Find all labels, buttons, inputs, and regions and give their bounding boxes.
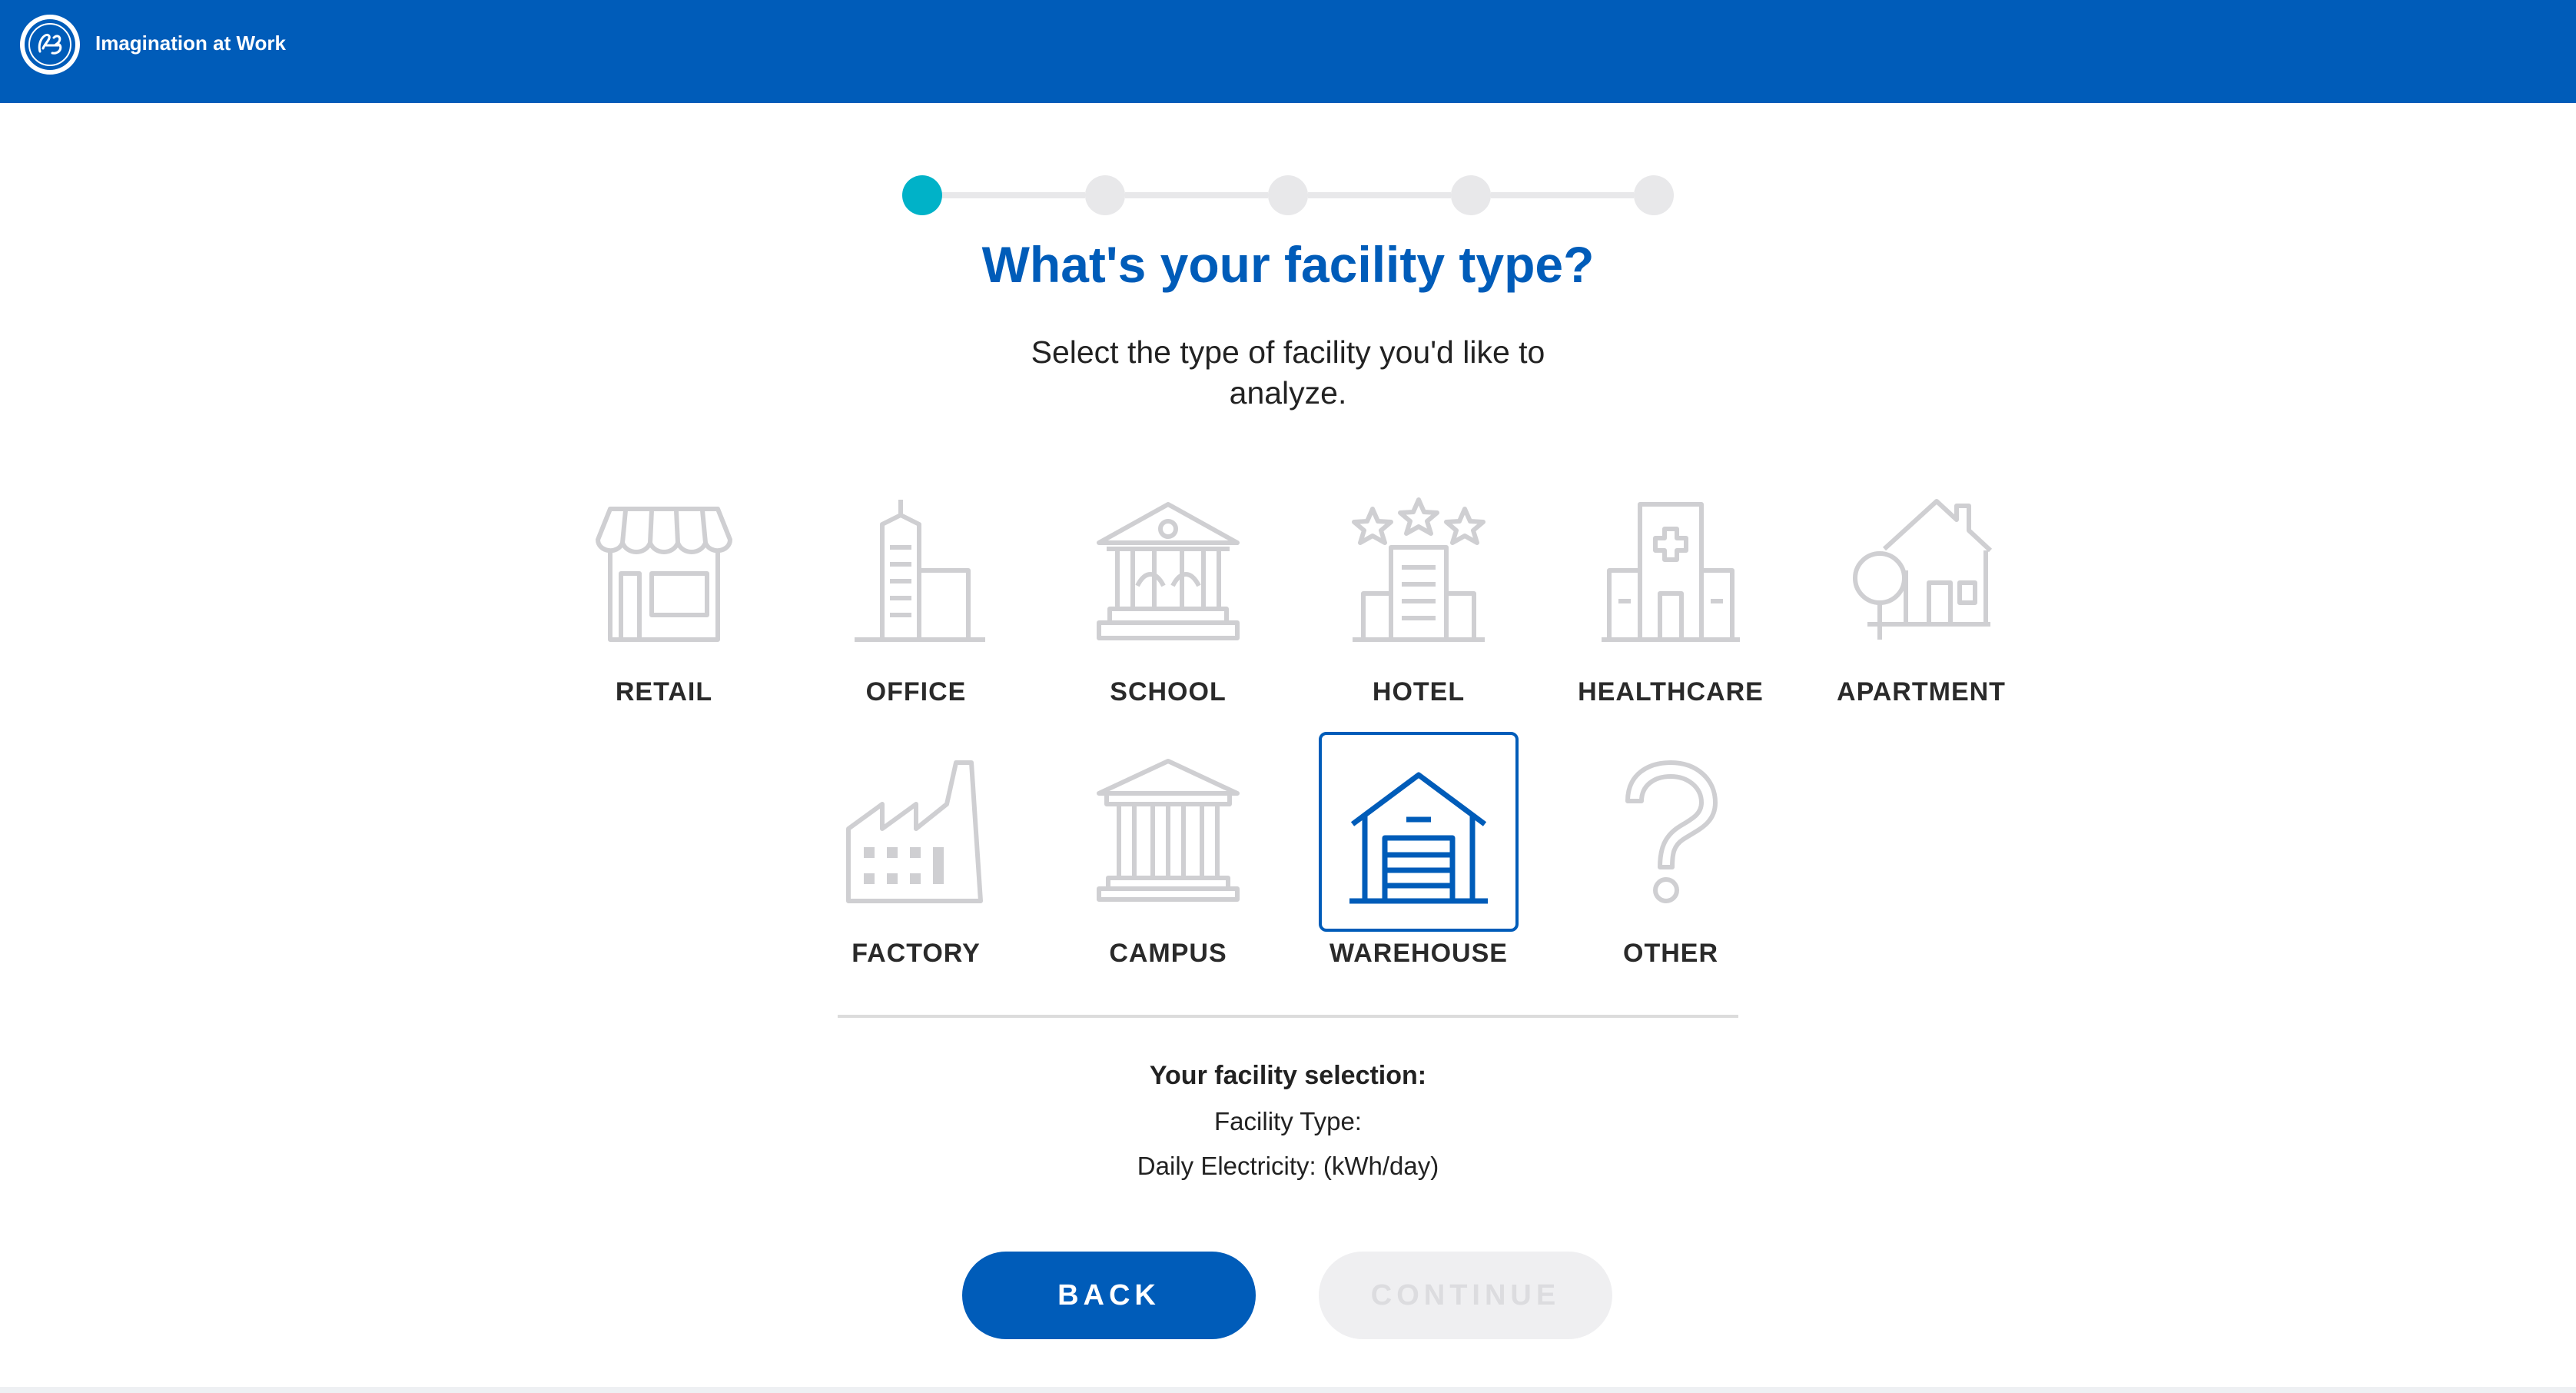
brand-tagline: Imagination at Work — [95, 32, 286, 55]
facility-tile-office[interactable] — [816, 470, 1016, 670]
facility-tile-healthcare[interactable] — [1571, 470, 1771, 670]
factory-icon — [846, 760, 983, 903]
facility-label-factory: FACTORY — [851, 939, 981, 968]
step-1-indicator — [902, 175, 942, 215]
facility-label-school: SCHOOL — [1110, 677, 1227, 706]
storefront-icon — [596, 507, 732, 642]
facility-type-page: Imagination at Work What's your facility… — [0, 0, 2576, 1393]
question-mark-icon — [1625, 760, 1718, 903]
facility-label-healthcare: HEALTHCARE — [1578, 677, 1764, 706]
step-5-indicator — [1634, 175, 1674, 215]
facility-tile-campus[interactable] — [1068, 732, 1268, 932]
facility-tile-apartment[interactable] — [1821, 470, 2021, 670]
ge-monogram-icon[interactable] — [20, 15, 80, 75]
continue-button[interactable]: CONTINUE — [1319, 1252, 1612, 1339]
facility-label-other: OTHER — [1623, 939, 1718, 968]
school-building-icon — [1097, 502, 1240, 640]
hospital-icon — [1602, 502, 1740, 642]
page-title: What's your facility type? — [981, 236, 1595, 293]
facility-label-warehouse: WAREHOUSE — [1329, 939, 1508, 968]
facility-label-hotel: HOTEL — [1372, 677, 1466, 706]
page-subtitle: Select the type of facility you'd like t… — [1031, 334, 1545, 411]
office-building-icon — [855, 500, 985, 642]
warehouse-icon — [1349, 772, 1488, 904]
facility-tile-other[interactable] — [1571, 732, 1771, 932]
step-2-indicator — [1085, 175, 1125, 215]
facility-tile-school[interactable] — [1068, 470, 1268, 670]
step-4-indicator — [1451, 175, 1491, 215]
step-connector — [942, 192, 1085, 198]
daily-electricity-readout: Daily Electricity: (kWh/day) — [1137, 1152, 1439, 1180]
facility-tile-warehouse[interactable] — [1319, 732, 1519, 932]
facility-type-readout: Facility Type: — [1214, 1107, 1362, 1135]
selection-summary-title: Your facility selection: — [1149, 1061, 1427, 1090]
top-bar: Imagination at Work — [0, 0, 2576, 103]
back-button[interactable]: BACK — [962, 1252, 1256, 1339]
columned-building-icon — [1097, 759, 1240, 902]
house-tree-icon — [1853, 499, 1993, 640]
page-bottom-edge — [0, 1387, 2576, 1393]
facility-label-campus: CAMPUS — [1109, 939, 1227, 968]
facility-tile-retail[interactable] — [564, 470, 764, 670]
step-3-indicator — [1268, 175, 1308, 215]
facility-tile-hotel[interactable] — [1319, 470, 1519, 670]
facility-tile-factory[interactable] — [816, 732, 1016, 932]
section-divider — [838, 1015, 1738, 1018]
step-connector — [1491, 192, 1634, 198]
hotel-stars-icon — [1352, 497, 1486, 642]
progress-stepper — [902, 174, 1674, 217]
facility-label-retail: RETAIL — [615, 677, 713, 706]
step-connector — [1308, 192, 1451, 198]
facility-label-apartment: APARTMENT — [1837, 677, 2006, 706]
step-connector — [1125, 192, 1268, 198]
facility-label-office: OFFICE — [865, 677, 967, 706]
